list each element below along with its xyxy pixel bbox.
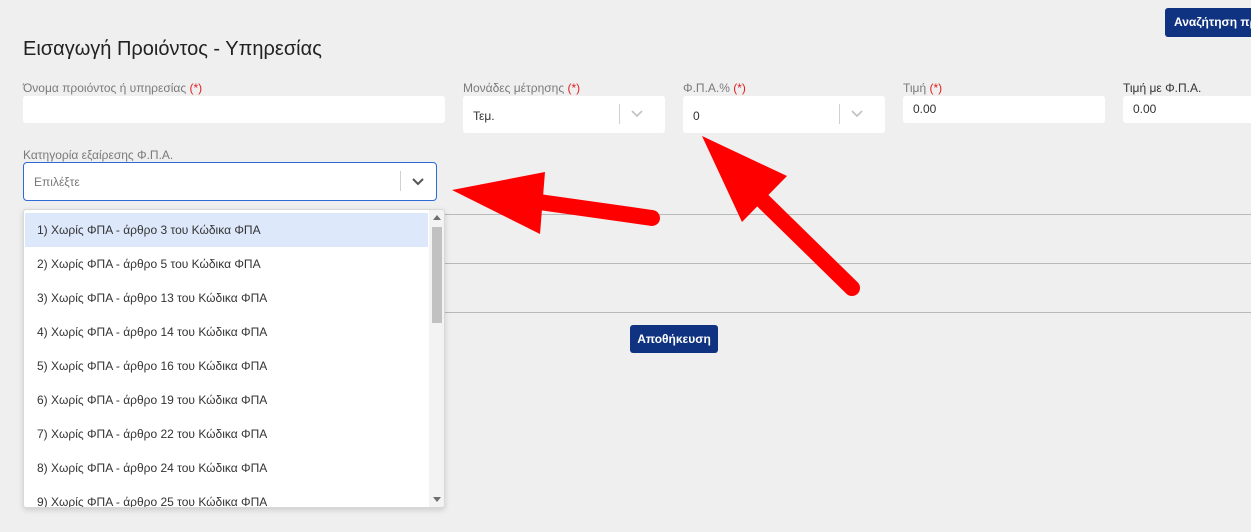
annotation-arrow-icon <box>452 172 660 234</box>
annotation-arrows <box>452 136 860 296</box>
annotation-arrow-icon <box>702 136 860 296</box>
